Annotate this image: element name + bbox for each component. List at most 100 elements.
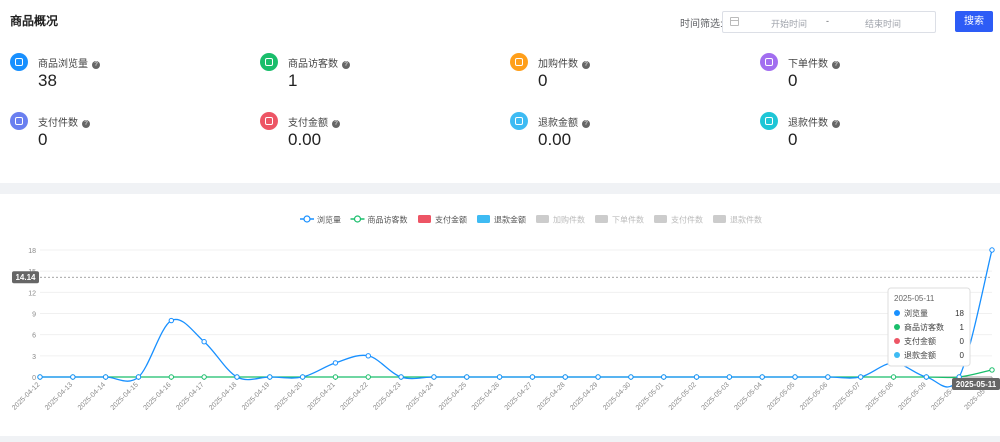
- x-tick-label: 2025-04-15: [110, 381, 140, 411]
- legend-swatch: [654, 215, 667, 223]
- help-icon[interactable]: ?: [82, 120, 90, 128]
- y-tick-label: 3: [32, 354, 36, 361]
- data-point[interactable]: [332, 360, 339, 366]
- legend-marker: [303, 215, 311, 223]
- data-point[interactable]: [365, 374, 371, 380]
- data-point[interactable]: [168, 317, 175, 324]
- x-tick-label: 2025-04-24: [405, 381, 435, 411]
- data-point[interactable]: [726, 374, 733, 380]
- data-point[interactable]: [365, 353, 371, 359]
- help-icon[interactable]: ?: [582, 61, 590, 69]
- legend-item[interactable]: 加购件数: [553, 215, 585, 225]
- legend-item[interactable]: 退款件数: [730, 215, 762, 225]
- start-date-input[interactable]: 开始时间: [759, 17, 819, 30]
- y-tick-label: 9: [32, 312, 36, 319]
- help-icon[interactable]: ?: [332, 120, 340, 128]
- x-tick-label: 2025-04-27: [504, 381, 534, 411]
- date-range-picker[interactable]: 开始时间 - 结束时间: [722, 11, 936, 33]
- data-point[interactable]: [923, 374, 930, 380]
- payment-icon: [10, 112, 28, 130]
- page-title: 商品概况: [10, 14, 59, 28]
- help-icon[interactable]: ?: [92, 61, 100, 69]
- series-line-views: [40, 249, 993, 388]
- x-tick-label: 2025-04-14: [77, 381, 107, 411]
- data-point[interactable]: [168, 374, 175, 380]
- x-tick-label: 2025-05-09: [897, 381, 927, 411]
- tooltip-row-value: 18: [955, 309, 964, 318]
- data-point[interactable]: [496, 374, 503, 380]
- x-tick-label: 2025-05-03: [701, 381, 731, 411]
- x-tick-label: 2025-04-23: [372, 381, 402, 411]
- x-tick-label: 2025-04-26: [471, 381, 501, 411]
- data-point[interactable]: [825, 374, 831, 380]
- x-tick-label: 2025-04-20: [274, 381, 304, 411]
- data-point[interactable]: [792, 374, 798, 380]
- data-point[interactable]: [234, 374, 240, 380]
- refund-icon: [510, 112, 528, 130]
- help-icon[interactable]: ?: [832, 120, 840, 128]
- stat-label: 下单件数: [788, 59, 828, 70]
- x-tick-label: 2025-04-30: [602, 381, 632, 411]
- data-point[interactable]: [595, 374, 601, 380]
- legend-item[interactable]: 支付金额: [435, 215, 467, 225]
- help-icon[interactable]: ?: [342, 61, 350, 69]
- data-point[interactable]: [628, 374, 634, 380]
- data-point[interactable]: [661, 374, 667, 380]
- data-point[interactable]: [332, 374, 339, 380]
- tooltip-marker: [894, 338, 900, 344]
- legend-swatch: [536, 215, 549, 223]
- x-tick-label: 2025-04-25: [438, 381, 468, 411]
- x-tick-label: 2025-04-12: [11, 381, 41, 411]
- data-point[interactable]: [759, 374, 765, 380]
- money-icon: [260, 112, 278, 130]
- overview-panel: 商品概况 时间筛选: 开始时间 - 结束时间 搜索 商品浏览量? 38 商品访客…: [0, 0, 1000, 183]
- data-point[interactable]: [267, 374, 273, 380]
- data-point[interactable]: [37, 374, 43, 380]
- data-point[interactable]: [299, 374, 306, 380]
- stat-value: 0: [788, 130, 798, 149]
- legend-item[interactable]: 退款金额: [494, 215, 526, 225]
- legend-item[interactable]: 商品访客数: [368, 215, 408, 225]
- data-point[interactable]: [464, 374, 470, 380]
- legend-item[interactable]: 下单件数: [612, 215, 644, 225]
- data-point[interactable]: [529, 374, 536, 380]
- data-point[interactable]: [562, 374, 568, 380]
- data-point[interactable]: [693, 374, 700, 380]
- data-point[interactable]: [989, 247, 995, 253]
- data-point[interactable]: [989, 367, 995, 373]
- stat-label: 支付金额: [288, 118, 328, 129]
- x-tick-label: 2025-04-22: [339, 381, 369, 411]
- end-date-input[interactable]: 结束时间: [853, 17, 913, 30]
- help-icon[interactable]: ?: [832, 61, 840, 69]
- data-point[interactable]: [102, 374, 109, 380]
- trend-chart[interactable]: 浏览量商品访客数支付金额退款金额加购件数下单件数支付件数退款件数03691215…: [0, 194, 1000, 436]
- eye-icon: [10, 53, 28, 71]
- help-icon[interactable]: ?: [582, 120, 590, 128]
- tooltip-marker: [894, 310, 900, 316]
- data-point[interactable]: [398, 374, 404, 380]
- x-tick-label: 2025-05-04: [733, 381, 763, 411]
- legend-item[interactable]: 支付件数: [671, 215, 703, 225]
- tooltip-row-label: 支付金额: [904, 336, 936, 346]
- tooltip-marker: [894, 324, 900, 330]
- data-point[interactable]: [857, 374, 864, 380]
- search-button[interactable]: 搜索: [955, 11, 993, 32]
- y-tick-label: 6: [32, 333, 36, 340]
- stat-value: 0: [538, 71, 548, 90]
- tooltip-row-label: 退款金额: [904, 350, 936, 360]
- data-point[interactable]: [201, 374, 207, 380]
- data-point[interactable]: [890, 374, 897, 380]
- data-point[interactable]: [70, 374, 76, 380]
- x-tick-label: 2025-04-13: [44, 381, 74, 411]
- legend-item[interactable]: 浏览量: [317, 215, 341, 225]
- trend-chart-panel: 浏览量商品访客数支付金额退款金额加购件数下单件数支付件数退款件数03691215…: [0, 194, 1000, 436]
- data-point[interactable]: [431, 374, 437, 380]
- data-point[interactable]: [135, 374, 142, 380]
- stat-label: 商品访客数: [288, 59, 338, 70]
- x-tick-label: 2025-05-08: [865, 381, 895, 411]
- tooltip-title: 2025-05-11: [894, 294, 935, 303]
- data-point[interactable]: [201, 339, 207, 345]
- x-tick-label: 2025-05-05: [766, 381, 796, 411]
- y-tick-label: 12: [28, 290, 36, 297]
- x-tick-label: 2025-05-06: [799, 381, 829, 411]
